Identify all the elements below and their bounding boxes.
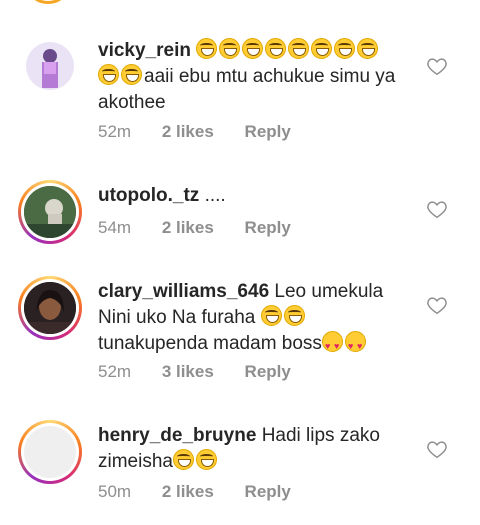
reply-button[interactable]: Reply <box>245 482 291 501</box>
comment-meta: 54m 2 likes Reply <box>98 218 317 238</box>
previous-avatar-ring <box>24 0 72 4</box>
tears-of-joy-emoji <box>283 305 305 326</box>
heart-outline-icon[interactable] <box>426 438 448 460</box>
comment-time: 50m <box>98 482 132 501</box>
comment-time: 54m <box>98 218 132 237</box>
tears-of-joy-emoji <box>288 38 310 59</box>
tears-of-joy-emoji <box>196 38 218 59</box>
comment-text: henry_de_bruyne Hadi lips zako zimeisha <box>98 423 398 475</box>
tears-of-joy-emoji <box>357 38 379 59</box>
avatar[interactable] <box>18 34 82 98</box>
tears-of-joy-emoji <box>219 38 241 59</box>
comment-username[interactable]: henry_de_bruyne <box>98 425 256 446</box>
tears-of-joy-emoji <box>311 38 333 59</box>
comment-text: vicky_rein aaii ebu mtu achukue simu ya … <box>98 38 398 116</box>
heart-outline-icon[interactable] <box>426 198 448 220</box>
tears-of-joy-emoji <box>98 64 119 85</box>
tears-of-joy-emoji <box>121 64 142 85</box>
comment-text: utopolo._tz .... <box>98 183 398 209</box>
heart-outline-icon[interactable] <box>426 294 448 316</box>
tears-of-joy-emoji <box>260 305 282 326</box>
tears-of-joy-emoji <box>265 38 287 59</box>
heart-outline-icon[interactable] <box>426 55 448 77</box>
comment-time: 52m <box>98 122 132 141</box>
comment-username[interactable]: utopolo._tz <box>98 185 199 206</box>
comment-meta: 52m 3 likes Reply <box>98 362 317 382</box>
avatar-story-ring[interactable] <box>18 276 82 340</box>
reply-button[interactable]: Reply <box>245 362 291 381</box>
comment-body: aaii ebu mtu achukue simu ya akothee <box>98 66 396 113</box>
avatar-image <box>24 426 76 478</box>
heart-eyes-emoji <box>321 331 343 359</box>
emoji-row <box>196 38 380 61</box>
comment-username[interactable]: clary_williams_646 <box>98 281 269 302</box>
comment-body: .... <box>204 185 226 206</box>
likes-count[interactable]: 2 likes <box>162 122 214 141</box>
avatar-image <box>24 186 76 238</box>
likes-count[interactable]: 2 likes <box>162 482 214 501</box>
avatar-image <box>26 42 74 90</box>
avatar-story-ring[interactable] <box>18 420 82 484</box>
comment-username[interactable]: vicky_rein <box>98 40 191 61</box>
tears-of-joy-emoji <box>242 38 264 59</box>
likes-count[interactable]: 2 likes <box>162 218 214 237</box>
comment-meta: 50m 2 likes Reply <box>98 482 317 502</box>
reply-button[interactable]: Reply <box>245 122 291 141</box>
comment-body-continued: tunakupenda madam boss <box>98 333 322 354</box>
tears-of-joy-emoji <box>172 449 194 470</box>
comment-meta: 52m 2 likes Reply <box>98 122 317 142</box>
avatar-image <box>24 282 76 334</box>
avatar-story-ring[interactable] <box>18 180 82 244</box>
likes-count[interactable]: 3 likes <box>162 362 214 381</box>
comment-text: clary_williams_646 Leo umekula Nini uko … <box>98 279 398 359</box>
tears-of-joy-emoji <box>334 38 356 59</box>
heart-eyes-emoji <box>344 331 366 359</box>
tears-of-joy-emoji <box>195 449 217 470</box>
comment-time: 52m <box>98 362 132 381</box>
reply-button[interactable]: Reply <box>245 218 291 237</box>
